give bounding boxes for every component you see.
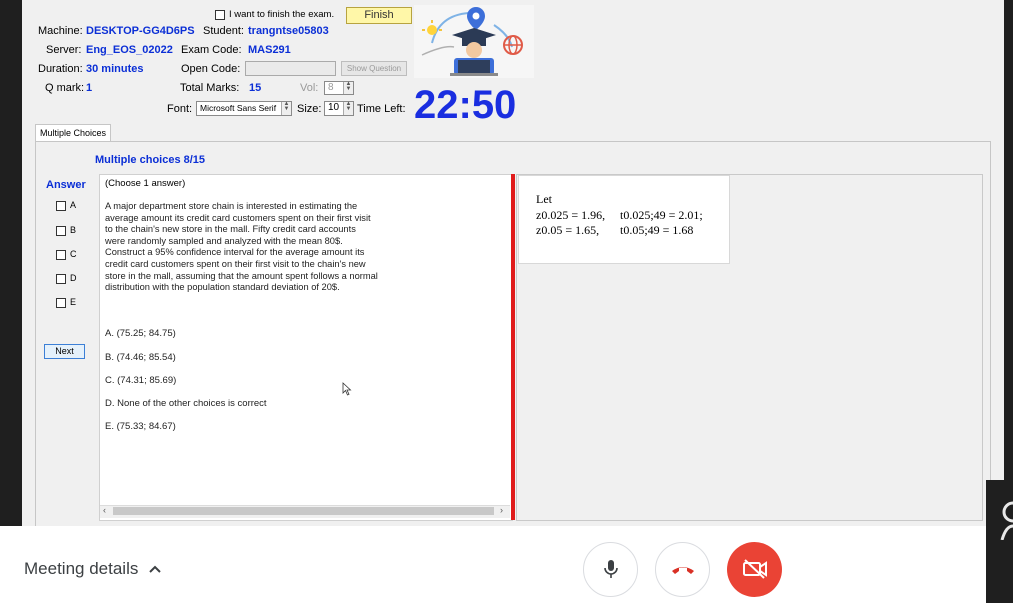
- question-text-line: Construct a 95% confidence interval for …: [105, 247, 365, 258]
- time-left-value: 22:50: [414, 83, 517, 127]
- font-value: Microsoft Sans Serif: [200, 103, 277, 113]
- camera-toggle-button[interactable]: [727, 542, 782, 597]
- vol-label: Vol:: [300, 82, 319, 94]
- hang-up-icon: [672, 567, 694, 574]
- finish-exam-label: I want to finish the exam.: [229, 9, 335, 20]
- finish-exam-checkbox[interactable]: [215, 10, 225, 20]
- participant-icon: [1000, 501, 1013, 540]
- total-marks-value: 15: [249, 82, 262, 94]
- question-text-line: distribution with the population standar…: [105, 282, 340, 293]
- open-code-input[interactable]: [245, 61, 336, 76]
- option-b-label: B: [70, 225, 77, 235]
- option-c-label: C: [70, 249, 77, 259]
- student-label: Student:: [203, 25, 244, 37]
- time-left-label: Time Left:: [357, 103, 406, 115]
- option-a-checkbox[interactable]: [56, 201, 66, 211]
- server-value: Eng_EOS_02022: [86, 44, 173, 56]
- size-label: Size:: [297, 103, 322, 115]
- choice-b: B. (74.46; 85.54): [105, 352, 176, 363]
- hint-row2-right: t0.05;49 = 1.68: [620, 223, 694, 237]
- hint-row1-left: z0.025 = 1.96,: [536, 208, 606, 222]
- machine-label: Machine:: [38, 25, 83, 37]
- question-instruction: (Choose 1 answer): [105, 178, 186, 189]
- vol-value: 8: [328, 82, 334, 93]
- duration-label: Duration:: [38, 63, 83, 75]
- exam-code-label: Exam Code:: [181, 44, 242, 56]
- option-e-label: E: [70, 297, 77, 307]
- scroll-left-icon[interactable]: ‹: [103, 505, 106, 515]
- next-button[interactable]: Next: [44, 344, 85, 359]
- option-c-checkbox[interactable]: [56, 250, 66, 260]
- question-text-line: average amount its credit card customers…: [105, 212, 371, 223]
- meeting-details-toggle[interactable]: Meeting details: [24, 559, 162, 579]
- size-stepper[interactable]: 10 ▲ ▼: [324, 101, 354, 116]
- question-text-line: were randomly sampled and analyzed with …: [105, 235, 343, 246]
- choice-e: E. (75.33; 84.67): [105, 421, 176, 432]
- question-text-line: store in the mall, assuming that the amo…: [105, 270, 378, 281]
- qmark-label: Q mark:: [45, 82, 85, 94]
- hint-row1-right: t0.025;49 = 2.01;: [620, 208, 703, 222]
- stepper-arrows-icon[interactable]: ▲ ▼: [343, 81, 353, 94]
- question-text-line: to the chain's new store in the mall. Fi…: [105, 224, 356, 235]
- left-background-strip: [0, 0, 22, 526]
- duration-value: 30 minutes: [86, 63, 144, 75]
- tab-multiple-choices[interactable]: Multiple Choices: [35, 124, 112, 141]
- hint-let: Let: [536, 192, 552, 206]
- right-background-strip: [1004, 0, 1013, 526]
- microphone-button[interactable]: [583, 542, 638, 597]
- student-value: trangntse05803: [248, 25, 329, 37]
- camera-off-icon: [743, 559, 767, 579]
- vol-stepper[interactable]: 8 ▲ ▼: [324, 81, 354, 95]
- question-text-line: A major department store chain is intere…: [105, 201, 358, 211]
- stepper-arrows-icon[interactable]: ▲ ▼: [281, 101, 291, 115]
- finish-button[interactable]: Finish: [346, 7, 412, 24]
- panel-splitter[interactable]: [511, 174, 515, 520]
- exam-code-value: MAS291: [248, 44, 291, 56]
- side-panel-edge: [986, 480, 1013, 603]
- question-text-line: credit card customers spent on their fir…: [105, 258, 366, 269]
- option-d-label: D: [70, 273, 77, 283]
- microphone-icon: [604, 560, 618, 578]
- choice-d: D. None of the other choices is correct: [105, 398, 267, 409]
- machine-value: DESKTOP-GG4D6PS: [86, 25, 195, 37]
- choice-a: A. (75.25; 84.75): [105, 328, 176, 339]
- qmark-value: 1: [86, 82, 93, 94]
- option-d-checkbox[interactable]: [56, 274, 66, 284]
- chevron-up-icon: [149, 565, 162, 573]
- scroll-right-icon[interactable]: ›: [500, 505, 503, 515]
- hint-row2-left: z0.05 = 1.65,: [536, 223, 600, 237]
- answer-label: Answer: [46, 179, 86, 191]
- stepper-arrows-icon[interactable]: ▲ ▼: [343, 101, 353, 115]
- option-e-checkbox[interactable]: [56, 298, 66, 308]
- question-heading: Multiple choices 8/15: [95, 154, 206, 166]
- total-marks-label: Total Marks:: [180, 82, 240, 94]
- font-selector[interactable]: Microsoft Sans Serif ▲ ▼: [196, 101, 292, 116]
- open-code-label: Open Code:: [181, 63, 241, 75]
- meeting-details-label: Meeting details: [24, 559, 139, 578]
- scrollbar-thumb[interactable]: [113, 507, 494, 515]
- show-question-button[interactable]: Show Question: [341, 61, 407, 76]
- font-label: Font:: [167, 103, 193, 115]
- option-b-checkbox[interactable]: [56, 226, 66, 236]
- end-call-button[interactable]: [655, 542, 710, 597]
- server-label: Server:: [46, 44, 82, 56]
- mouse-cursor-icon: [342, 382, 352, 396]
- size-value: 10: [328, 102, 340, 113]
- option-a-label: A: [70, 200, 77, 210]
- question-text: A major department store chain is intere…: [105, 201, 505, 294]
- graduate-logo-icon: [414, 5, 534, 78]
- choice-c: C. (74.31; 85.69): [105, 375, 177, 386]
